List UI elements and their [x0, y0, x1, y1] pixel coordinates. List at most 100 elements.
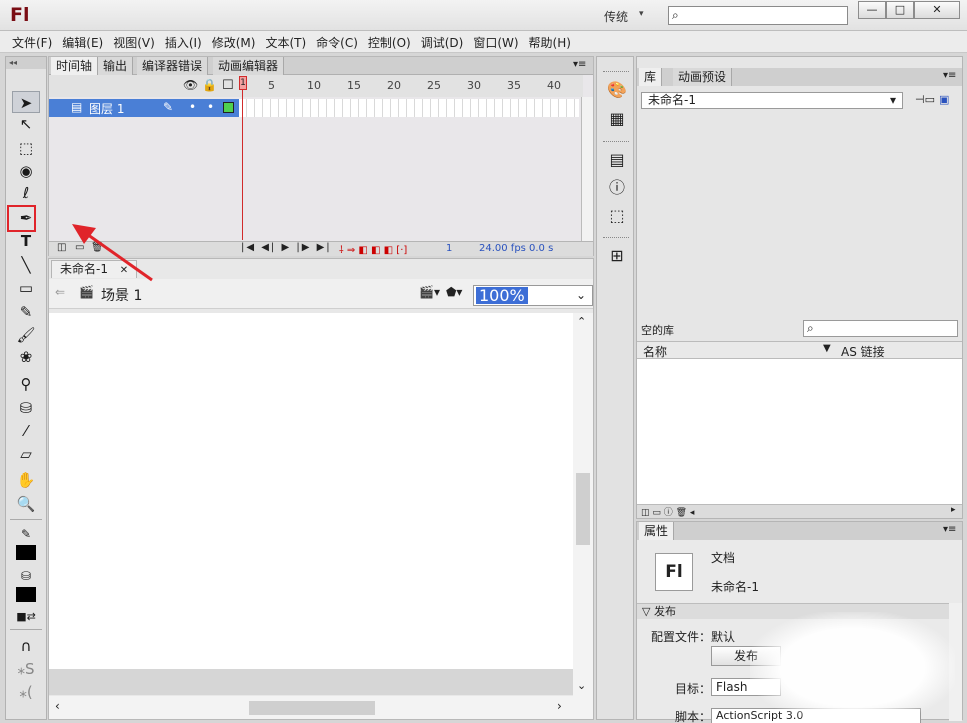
menu-text[interactable]: 文本(T) [260, 31, 311, 53]
maximize-button[interactable]: □ [886, 1, 914, 19]
zoom-value[interactable]: 100% [476, 287, 528, 304]
chevron-down-icon[interactable]: ▾ [890, 93, 896, 108]
outline-icon[interactable]: ☐ [222, 78, 234, 93]
hand-tool-icon[interactable]: ✋ [12, 469, 40, 491]
scroll-right-icon[interactable]: › [557, 699, 562, 713]
document-tab[interactable]: 未命名-1 ✕ [51, 260, 138, 278]
menu-modify[interactable]: 修改(M) [207, 31, 261, 53]
tab-output[interactable]: 输出 [98, 57, 134, 75]
3d-rotation-tool-icon[interactable]: ◉ [12, 160, 40, 182]
panel-collapse-icon[interactable]: ◂◂ [6, 57, 46, 69]
edit-symbols-icon[interactable]: ⬟▾ [446, 285, 462, 299]
menu-commands[interactable]: 命令(C) [311, 31, 363, 53]
brush-tool-icon[interactable]: 🖌 [12, 324, 40, 346]
visible-dot-icon[interactable]: • [189, 100, 196, 114]
close-button[interactable]: ✕ [914, 1, 960, 19]
scroll-thumb[interactable] [249, 701, 375, 715]
subselection-tool-icon[interactable]: ↖ [12, 113, 40, 135]
playback-controls-icon[interactable]: |◀ ◀| ▶ |▶ ▶| [241, 242, 332, 253]
new-symbol-icon[interactable]: ◫ ▭ ⓘ 🗑 ◂ [641, 505, 694, 518]
swatches-panel-icon[interactable]: ▦ [606, 108, 628, 130]
minimize-button[interactable]: — [858, 1, 886, 19]
rectangle-tool-icon[interactable]: ▭ [12, 277, 40, 299]
bone-tool-icon[interactable]: ⚲ [12, 373, 40, 395]
scroll-right-icon[interactable]: ▸ [951, 505, 956, 515]
free-transform-tool-icon[interactable]: ⬚ [12, 137, 40, 159]
stage-vertical-scrollbar[interactable]: ⌃ ⌄ [573, 313, 593, 696]
align-panel-icon[interactable]: ▤ [606, 149, 628, 171]
deco-tool-icon[interactable]: ❀ [12, 346, 40, 368]
menu-view[interactable]: 视图(V) [108, 31, 160, 53]
eye-icon[interactable]: 👁 [183, 78, 198, 92]
menu-file[interactable]: 文件(F) [7, 31, 57, 53]
library-search-input[interactable]: ⌕ [803, 320, 958, 337]
lasso-tool-icon[interactable]: ℓ [12, 182, 40, 204]
tab-library[interactable]: 库 [639, 68, 663, 86]
fill-color-swatch[interactable] [16, 587, 36, 602]
library-document-select[interactable]: 未命名-1 ▾ [641, 92, 903, 109]
lock-icon[interactable]: 🔒 [202, 78, 217, 92]
text-tool-icon[interactable]: T [12, 230, 40, 252]
info-panel-icon[interactable]: ⓘ [606, 177, 628, 199]
paint-bucket-icon[interactable]: ⛁ [12, 397, 40, 419]
scroll-left-icon[interactable]: ‹ [55, 699, 60, 713]
panel-menu-icon[interactable]: ▾≡ [943, 70, 956, 81]
color-panel-icon[interactable]: 🎨 [606, 79, 628, 101]
menu-help[interactable]: 帮助(H) [524, 31, 576, 53]
back-arrow-icon[interactable]: ⇐ [55, 285, 65, 299]
layer-color-swatch[interactable] [223, 102, 234, 113]
swap-colors-icon[interactable]: ■⇄ [12, 606, 40, 628]
fps-readout[interactable]: 24.00 fps [479, 243, 526, 254]
menu-window[interactable]: 窗口(W) [468, 31, 523, 53]
grip[interactable] [603, 71, 629, 75]
stage-canvas[interactable] [49, 313, 573, 669]
grip[interactable] [603, 237, 629, 241]
menu-control[interactable]: 控制(O) [363, 31, 416, 53]
fill-color-icon[interactable]: ⛁ [12, 565, 40, 587]
scene-name[interactable]: 场景 1 [101, 285, 142, 305]
line-tool-icon[interactable]: ╲ [12, 254, 40, 276]
chevron-down-icon[interactable]: ⌄ [576, 288, 586, 302]
new-library-icon[interactable]: ▣ [939, 93, 949, 106]
tab-properties[interactable]: 属性 [639, 522, 675, 540]
straighten-icon[interactable]: ⁎( [12, 681, 40, 703]
grip[interactable] [603, 141, 629, 145]
sort-icon[interactable]: ▼ [823, 343, 831, 354]
lock-dot-icon[interactable]: • [207, 100, 214, 114]
column-name[interactable]: 名称 [643, 343, 667, 360]
help-search-input[interactable]: ⌕ [668, 6, 848, 25]
workspace-switcher[interactable]: 传统 [604, 8, 628, 25]
library-list[interactable] [637, 359, 962, 504]
stroke-color-icon[interactable]: ✎ [12, 523, 40, 545]
menu-edit[interactable]: 编辑(E) [57, 31, 108, 53]
transform-panel-icon[interactable]: ⬚ [606, 205, 628, 227]
onion-skin-icon[interactable]: ⸸ ⇒ ◧ ◧ ◧ [·] [339, 242, 407, 256]
scroll-thumb[interactable] [576, 473, 590, 545]
eraser-icon[interactable]: ▱ [12, 443, 40, 465]
panel-menu-icon[interactable]: ▾≡ [573, 59, 586, 70]
pin-library-icon[interactable]: ⊣▭ [915, 93, 935, 106]
tab-motion-presets[interactable]: 动画预设 [673, 68, 733, 86]
tab-timeline[interactable]: 时间轴 [51, 57, 99, 75]
chevron-down-icon[interactable]: ▾ [639, 9, 644, 19]
layer-row[interactable]: ▤ 图层 1 ✎ • • [49, 99, 239, 117]
layer-name[interactable]: 图层 1 [89, 100, 124, 117]
tab-motion-editor[interactable]: 动画编辑器 [213, 57, 285, 75]
scroll-down-icon[interactable]: ⌄ [577, 679, 586, 692]
menu-insert[interactable]: 插入(I) [160, 31, 207, 53]
stroke-color-swatch[interactable] [16, 545, 36, 560]
pencil-tool-icon[interactable]: ✎ [12, 301, 40, 323]
selection-tool-icon[interactable]: ➤ [12, 91, 40, 113]
tab-compiler-errors[interactable]: 编译器错误 [137, 57, 209, 75]
zoom-tool-icon[interactable]: 🔍 [12, 493, 40, 515]
new-layer-icon[interactable]: ◫ [57, 242, 66, 253]
zoom-select[interactable]: 100% ⌄ [473, 285, 593, 306]
menu-debug[interactable]: 调试(D) [416, 31, 469, 53]
panel-menu-icon[interactable]: ▾≡ [943, 524, 956, 535]
column-linkage[interactable]: AS 链接 [841, 343, 885, 360]
timeline-scrollbar[interactable] [581, 97, 593, 242]
smooth-icon[interactable]: ⁎S [12, 658, 40, 680]
stage-horizontal-scrollbar[interactable]: ‹ › [49, 696, 593, 719]
eyedropper-icon[interactable]: ⁄ [12, 420, 40, 442]
playhead[interactable]: 1 [239, 76, 247, 90]
